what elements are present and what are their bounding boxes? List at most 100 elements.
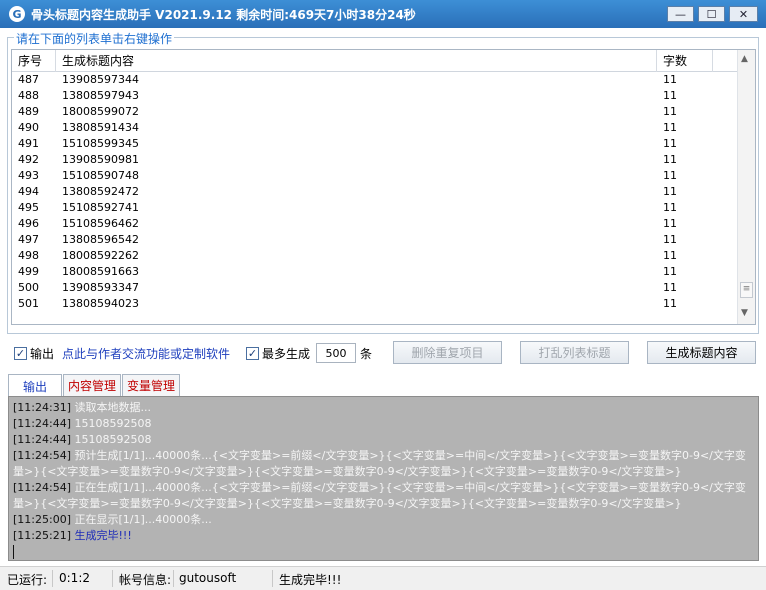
column-header-count[interactable]: 字数 bbox=[657, 50, 713, 72]
row-count: 11 bbox=[663, 73, 677, 86]
tab-content-manage[interactable]: 内容管理 bbox=[63, 374, 121, 396]
row-content: 13808596542 bbox=[62, 233, 139, 246]
row-count: 11 bbox=[663, 89, 677, 102]
row-index: 497 bbox=[18, 233, 39, 246]
scroll-thumb[interactable]: ≡ bbox=[740, 282, 753, 298]
list-scrollbar[interactable]: ▲ ≡ ▼ bbox=[737, 50, 755, 324]
log-line: [11:25:00] 正在显示[1/1]...40000条... bbox=[13, 512, 754, 528]
table-row[interactable]: 500 13908593347 11 bbox=[12, 280, 738, 296]
row-count: 11 bbox=[663, 249, 677, 262]
row-count: 11 bbox=[663, 169, 677, 182]
row-content: 13808597943 bbox=[62, 89, 139, 102]
log-line: [11:24:44] 15108592508 bbox=[13, 416, 754, 432]
status-message: 生成完毕!!! bbox=[279, 573, 342, 587]
runtime-value: 0:1:2 bbox=[59, 571, 90, 585]
log-line: [11:25:21] 生成完毕!!! bbox=[13, 528, 754, 544]
output-log[interactable]: [11:24:31] 读取本地数据... [11:24:44] 151085925… bbox=[8, 396, 759, 561]
tab-variable-manage[interactable]: 变量管理 bbox=[122, 374, 180, 396]
log-line: [11:24:31] 读取本地数据... bbox=[13, 400, 754, 416]
table-row[interactable]: 499 18008591663 11 bbox=[12, 264, 738, 280]
row-content: 15108599345 bbox=[62, 137, 139, 150]
table-row[interactable]: 498 18008592262 11 bbox=[12, 248, 738, 264]
log-timestamp: [11:25:00] bbox=[13, 513, 71, 526]
row-index: 491 bbox=[18, 137, 39, 150]
log-message: 读取本地数据... bbox=[74, 401, 152, 414]
max-generate-unit: 条 bbox=[360, 346, 373, 361]
shuffle-button[interactable]: 打乱列表标题 bbox=[520, 341, 629, 364]
row-content: 18008592262 bbox=[62, 249, 139, 262]
row-content: 15108590748 bbox=[62, 169, 139, 182]
max-generate-group: ✓ 最多生成 500 条 bbox=[246, 343, 372, 363]
table-row[interactable]: 501 13808594023 11 bbox=[12, 296, 738, 312]
log-message: 预计生成[1/1]...40000条...{<文字变量>=前缀</文字变量>}{… bbox=[13, 449, 746, 478]
row-content: 13808591434 bbox=[62, 121, 139, 134]
table-row[interactable]: 495 15108592741 11 bbox=[12, 200, 738, 216]
row-count: 11 bbox=[663, 281, 677, 294]
table-row[interactable]: 497 13808596542 11 bbox=[12, 232, 738, 248]
row-content: 18008599072 bbox=[62, 105, 139, 118]
minimize-button[interactable]: — bbox=[667, 6, 694, 22]
row-content: 13808592472 bbox=[62, 185, 139, 198]
table-row[interactable]: 489 18008599072 11 bbox=[12, 104, 738, 120]
maximize-button[interactable]: ☐ bbox=[698, 6, 725, 22]
log-line: [11:24:54] 正在生成[1/1]...40000条...{<文字变量>=… bbox=[13, 480, 754, 512]
log-timestamp: [11:25:21] bbox=[13, 529, 71, 542]
table-row[interactable]: 496 15108596462 11 bbox=[12, 216, 738, 232]
output-checkbox[interactable]: ✓ bbox=[14, 346, 27, 360]
max-generate-checkbox[interactable]: ✓ bbox=[246, 346, 259, 360]
output-checkbox-label: 输出 bbox=[30, 346, 55, 361]
row-index: 494 bbox=[18, 185, 39, 198]
table-row[interactable]: 491 15108599345 11 bbox=[12, 136, 738, 152]
table-row[interactable]: 487 13908597344 11 bbox=[12, 72, 738, 88]
table-row[interactable]: 488 13808597943 11 bbox=[12, 88, 738, 104]
scroll-up-icon[interactable]: ▲ bbox=[741, 54, 748, 64]
table-row[interactable]: 493 15108590748 11 bbox=[12, 168, 738, 184]
column-header-content[interactable]: 生成标题内容 bbox=[56, 50, 657, 72]
log-message: 15108592508 bbox=[74, 417, 152, 430]
contact-author-link-wrap: 点此与作者交流功能或定制软件 bbox=[62, 343, 230, 363]
generate-button[interactable]: 生成标题内容 bbox=[647, 341, 756, 364]
row-content: 15108596462 bbox=[62, 217, 139, 230]
row-index: 495 bbox=[18, 201, 39, 214]
row-content: 13908597344 bbox=[62, 73, 139, 86]
log-message: 正在生成[1/1]...40000条...{<文字变量>=前缀</文字变量>}{… bbox=[13, 481, 746, 510]
row-count: 11 bbox=[663, 265, 677, 278]
title-list-view[interactable]: 序号 生成标题内容 字数 487 13908597344 11 488 13808597… bbox=[11, 49, 756, 325]
log-line: [11:24:54] 预计生成[1/1]...40000条...{<文字变量>=… bbox=[13, 448, 754, 480]
scroll-down-icon[interactable]: ▼ bbox=[741, 308, 748, 318]
window-title: 骨头标题内容生成助手 V2021.9.12 剩余时间:469天7小时38分24秒 bbox=[31, 8, 416, 22]
account-label: 帐号信息: bbox=[119, 573, 172, 587]
app-logo-icon: G bbox=[9, 6, 25, 22]
output-checkbox-group[interactable]: ✓ 输出 bbox=[14, 343, 54, 363]
close-button[interactable]: ✕ bbox=[729, 6, 758, 22]
row-index: 490 bbox=[18, 121, 39, 134]
group-box-label: 请在下面的列表单击右键操作 bbox=[14, 30, 175, 47]
log-timestamp: [11:24:54] bbox=[13, 449, 71, 462]
row-content: 13808594023 bbox=[62, 297, 139, 310]
table-row[interactable]: 490 13808591434 11 bbox=[12, 120, 738, 136]
log-message: 15108592508 bbox=[74, 433, 152, 446]
dedupe-button[interactable]: 删除重复项目 bbox=[393, 341, 502, 364]
table-row[interactable]: 494 13808592472 11 bbox=[12, 184, 738, 200]
contact-author-link[interactable]: 点此与作者交流功能或定制软件 bbox=[62, 345, 230, 362]
list-rows: 487 13908597344 11 488 13808597943 11 489 18008… bbox=[12, 72, 738, 312]
column-header-index[interactable]: 序号 bbox=[12, 50, 56, 72]
row-index: 499 bbox=[18, 265, 39, 278]
row-index: 493 bbox=[18, 169, 39, 182]
row-count: 11 bbox=[663, 105, 677, 118]
row-index: 489 bbox=[18, 105, 39, 118]
log-timestamp: [11:24:44] bbox=[13, 433, 71, 446]
row-content: 13908590981 bbox=[62, 153, 139, 166]
log-timestamp: [11:24:44] bbox=[13, 417, 71, 430]
row-index: 500 bbox=[18, 281, 39, 294]
log-line: [11:24:44] 15108592508 bbox=[13, 432, 754, 448]
max-generate-input[interactable]: 500 bbox=[316, 343, 357, 363]
row-count: 11 bbox=[663, 185, 677, 198]
status-bar: 已运行: 0:1:2 帐号信息: gutousoft 生成完毕!!! bbox=[0, 566, 766, 590]
log-cursor bbox=[13, 544, 754, 560]
account-value: gutousoft bbox=[179, 571, 237, 585]
row-content: 13908593347 bbox=[62, 281, 139, 294]
tab-output[interactable]: 输出 bbox=[8, 374, 62, 397]
row-count: 11 bbox=[663, 153, 677, 166]
table-row[interactable]: 492 13908590981 11 bbox=[12, 152, 738, 168]
